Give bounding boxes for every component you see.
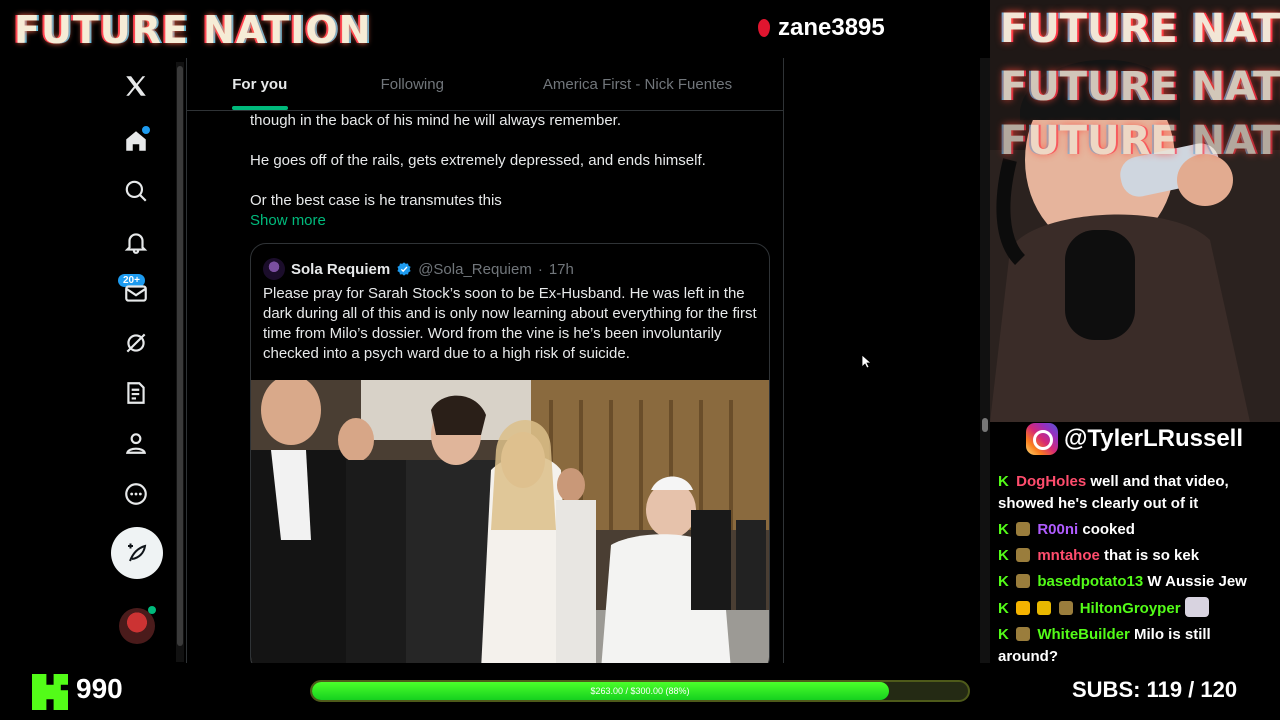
donation-goal-label: $263.00 / $300.00 (88%) [590,686,690,696]
online-dot [148,606,156,614]
chat-text: cooked [1082,521,1135,538]
feather-plus-icon [128,543,147,562]
donation-goal-bar: $263.00 / $300.00 (88%) [310,680,970,702]
quote-timestamp[interactable]: 17h [549,261,574,278]
follower-count: 990 [76,673,123,704]
subscriber-badge-icon [1016,548,1031,562]
chat-username[interactable]: WhiteBuilder [1037,626,1130,643]
profile-icon[interactable] [118,425,154,461]
kick-badge-icon: K [998,521,1009,538]
home-notification-dot [142,126,150,134]
active-tab-indicator [231,106,288,110]
verified-badge-icon [397,262,411,276]
top-banner: FUTURE NATION zane3895 [0,0,990,58]
pin-icon [758,19,770,37]
kick-badge-icon: K [998,547,1009,564]
tweet-text: though in the back of his mind he will a… [250,111,770,231]
kick-badge-icon: K [998,473,1009,490]
webcam-feed: FUTURE NATION FUTURE NATION FUTURE NATIO… [990,0,1280,422]
chat-message: K R00ni cooked [990,518,1280,544]
chat-username[interactable]: HiltonGroyper [1080,600,1181,617]
chat-username[interactable]: basedpotato13 [1037,573,1143,590]
explore-icon[interactable] [118,173,154,209]
cam-overlay-text: FUTURE NATION [1000,64,1280,110]
timeline-tabs: For you Following America First - Nick F… [187,58,783,111]
messages-icon[interactable] [118,275,154,311]
tab-following[interactable]: Following [333,58,492,110]
chat-emote-image [1184,597,1209,617]
quote-author-name[interactable]: Sola Requiem [291,261,390,278]
cam-overlay-text: FUTURE NATION [1000,6,1280,52]
tab-for-you[interactable]: For you [187,58,333,110]
subscriber-badge-icon [1016,574,1031,588]
kick-handle-text: zane3895 [778,14,885,41]
chat-username[interactable]: R00ni [1037,521,1078,538]
quote-header: Sola Requiem @Sola_Requiem · 17h [263,258,574,280]
quote-photo[interactable] [251,380,769,663]
home-icon[interactable] [118,123,154,159]
show-more-link[interactable]: Show more [250,211,770,231]
chat-message: K basedpotato13 W Aussie Jew [990,570,1280,596]
wedding-photo-image [251,380,769,663]
bottom-overlay-bar: 990 $263.00 / $300.00 (88%) SUBS: 119 / … [0,663,1280,720]
chat-message: K HiltonGroyper [990,596,1280,623]
left-scrollbar[interactable] [176,62,184,662]
notifications-icon[interactable] [118,224,154,260]
stream-layout: FUTURE NATION zane3895 20+ For you Follo… [0,0,1280,720]
timeline-column: For you Following America First - Nick F… [186,58,784,663]
more-icon[interactable] [118,476,154,512]
live-chat: K DogHoles well and that video, showed h… [990,470,1280,665]
x-logo-icon[interactable] [118,68,154,104]
subscriber-badge-icon [1016,522,1031,536]
quote-author-handle[interactable]: @Sola_Requiem [418,261,532,278]
chat-username[interactable]: mntahoe [1037,547,1100,564]
left-nav: 20+ [0,58,176,663]
subscriber-badge-icon [1058,601,1073,615]
instagram-icon [1026,423,1058,455]
kick-handle: zane3895 [758,14,885,42]
sub-goal-counter: SUBS: 119 / 120 [1072,677,1238,702]
instagram-tag: @TylerLRussell [1026,422,1256,456]
instagram-handle: @TylerLRussell [1064,425,1244,452]
chat-text: that is so kek [1104,547,1200,564]
lists-icon[interactable] [118,375,154,411]
brand-logo: FUTURE NATION [14,8,372,52]
chat-text: W Aussie Jew [1147,573,1247,590]
quote-text: Please pray for Sarah Stock’s soon to be… [263,285,757,362]
chat-message: K DogHoles well and that video, showed h… [990,470,1280,518]
post-button[interactable] [111,527,163,579]
quote-avatar[interactable] [263,258,285,280]
tab-america-first[interactable]: America First - Nick Fuentes [492,58,783,110]
kick-logo-icon [32,674,68,710]
quoted-tweet[interactable]: Sola Requiem @Sola_Requiem · 17h Please … [250,243,770,663]
kick-badge-icon: K [998,626,1009,643]
chat-username[interactable]: DogHoles [1016,473,1086,490]
grok-icon[interactable] [118,325,154,361]
page-scrollbar[interactable] [980,58,990,663]
separator-dot: · [537,260,543,278]
subscriber-badge-icon [1016,627,1031,641]
moderator-badge-icon [1016,601,1031,615]
tweet-line: Or the best case is he transmutes this [250,192,502,209]
chat-message: K mntahoe that is so kek [990,544,1280,570]
kick-badge-icon: K [998,600,1009,617]
kick-badge-icon: K [998,573,1009,590]
crown-badge-icon [1037,601,1052,615]
tweet-line: He goes off of the rails, gets extremely… [250,152,706,169]
tweet-line: though in the back of his mind he will a… [250,112,622,129]
cam-overlay-text: FUTURE NATION [1000,118,1280,164]
